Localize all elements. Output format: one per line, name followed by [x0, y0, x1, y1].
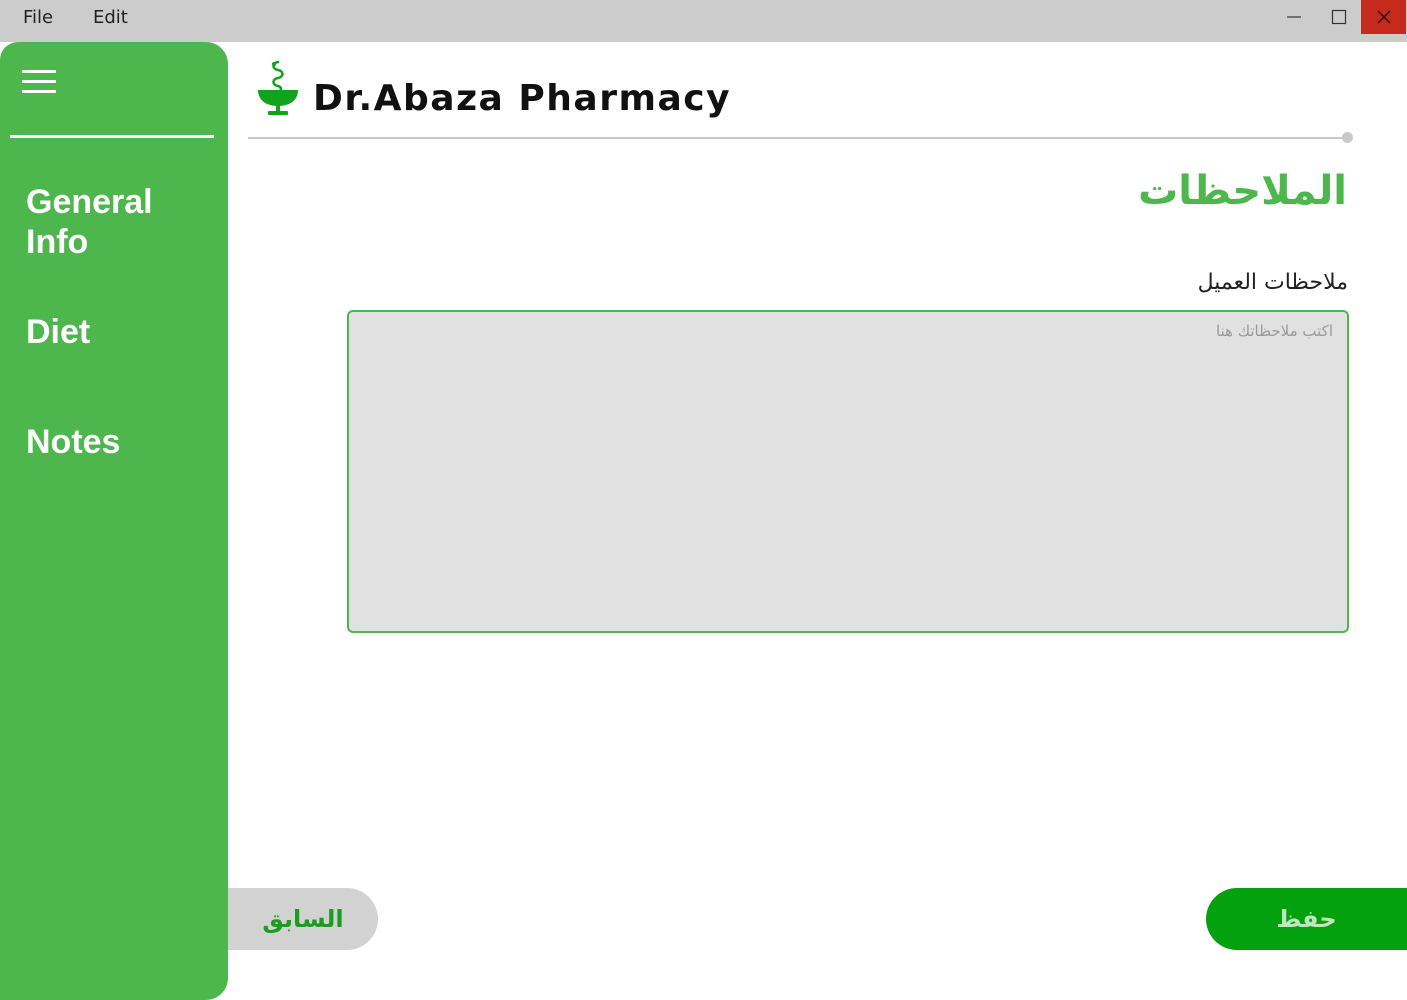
brand-title: Dr.Abaza Pharmacy [313, 78, 732, 119]
window-titlebar: File Edit [0, 0, 1407, 42]
maximize-button[interactable] [1316, 0, 1361, 34]
minimize-button[interactable] [1271, 0, 1316, 34]
close-button[interactable] [1361, 0, 1406, 34]
save-button[interactable]: حفظ [1206, 888, 1407, 950]
hamburger-menu-icon[interactable] [22, 70, 56, 94]
menu-edit[interactable]: Edit [93, 7, 128, 28]
menu-file[interactable]: File [23, 7, 53, 28]
page-title: الملاحظات [1138, 168, 1347, 214]
sidebar-item-notes[interactable]: Notes [26, 422, 216, 462]
previous-button[interactable]: السابق [228, 888, 378, 950]
header-divider-dot [1342, 132, 1353, 143]
sidebar-item-diet[interactable]: Diet [26, 312, 216, 352]
sidebar-divider [10, 135, 214, 138]
header-divider [248, 137, 1346, 139]
maximize-icon [1331, 9, 1346, 25]
minimize-icon [1286, 16, 1301, 18]
notes-textarea[interactable] [349, 312, 1347, 631]
sidebar: General Info Diet Notes [0, 42, 228, 1000]
notes-label: ملاحظات العميل [1197, 270, 1348, 295]
pharmacy-bowl-of-hygieia-icon [258, 60, 298, 115]
notes-textarea-container [347, 310, 1349, 633]
sidebar-item-general-info[interactable]: General Info [26, 182, 216, 262]
close-icon [1377, 10, 1390, 24]
